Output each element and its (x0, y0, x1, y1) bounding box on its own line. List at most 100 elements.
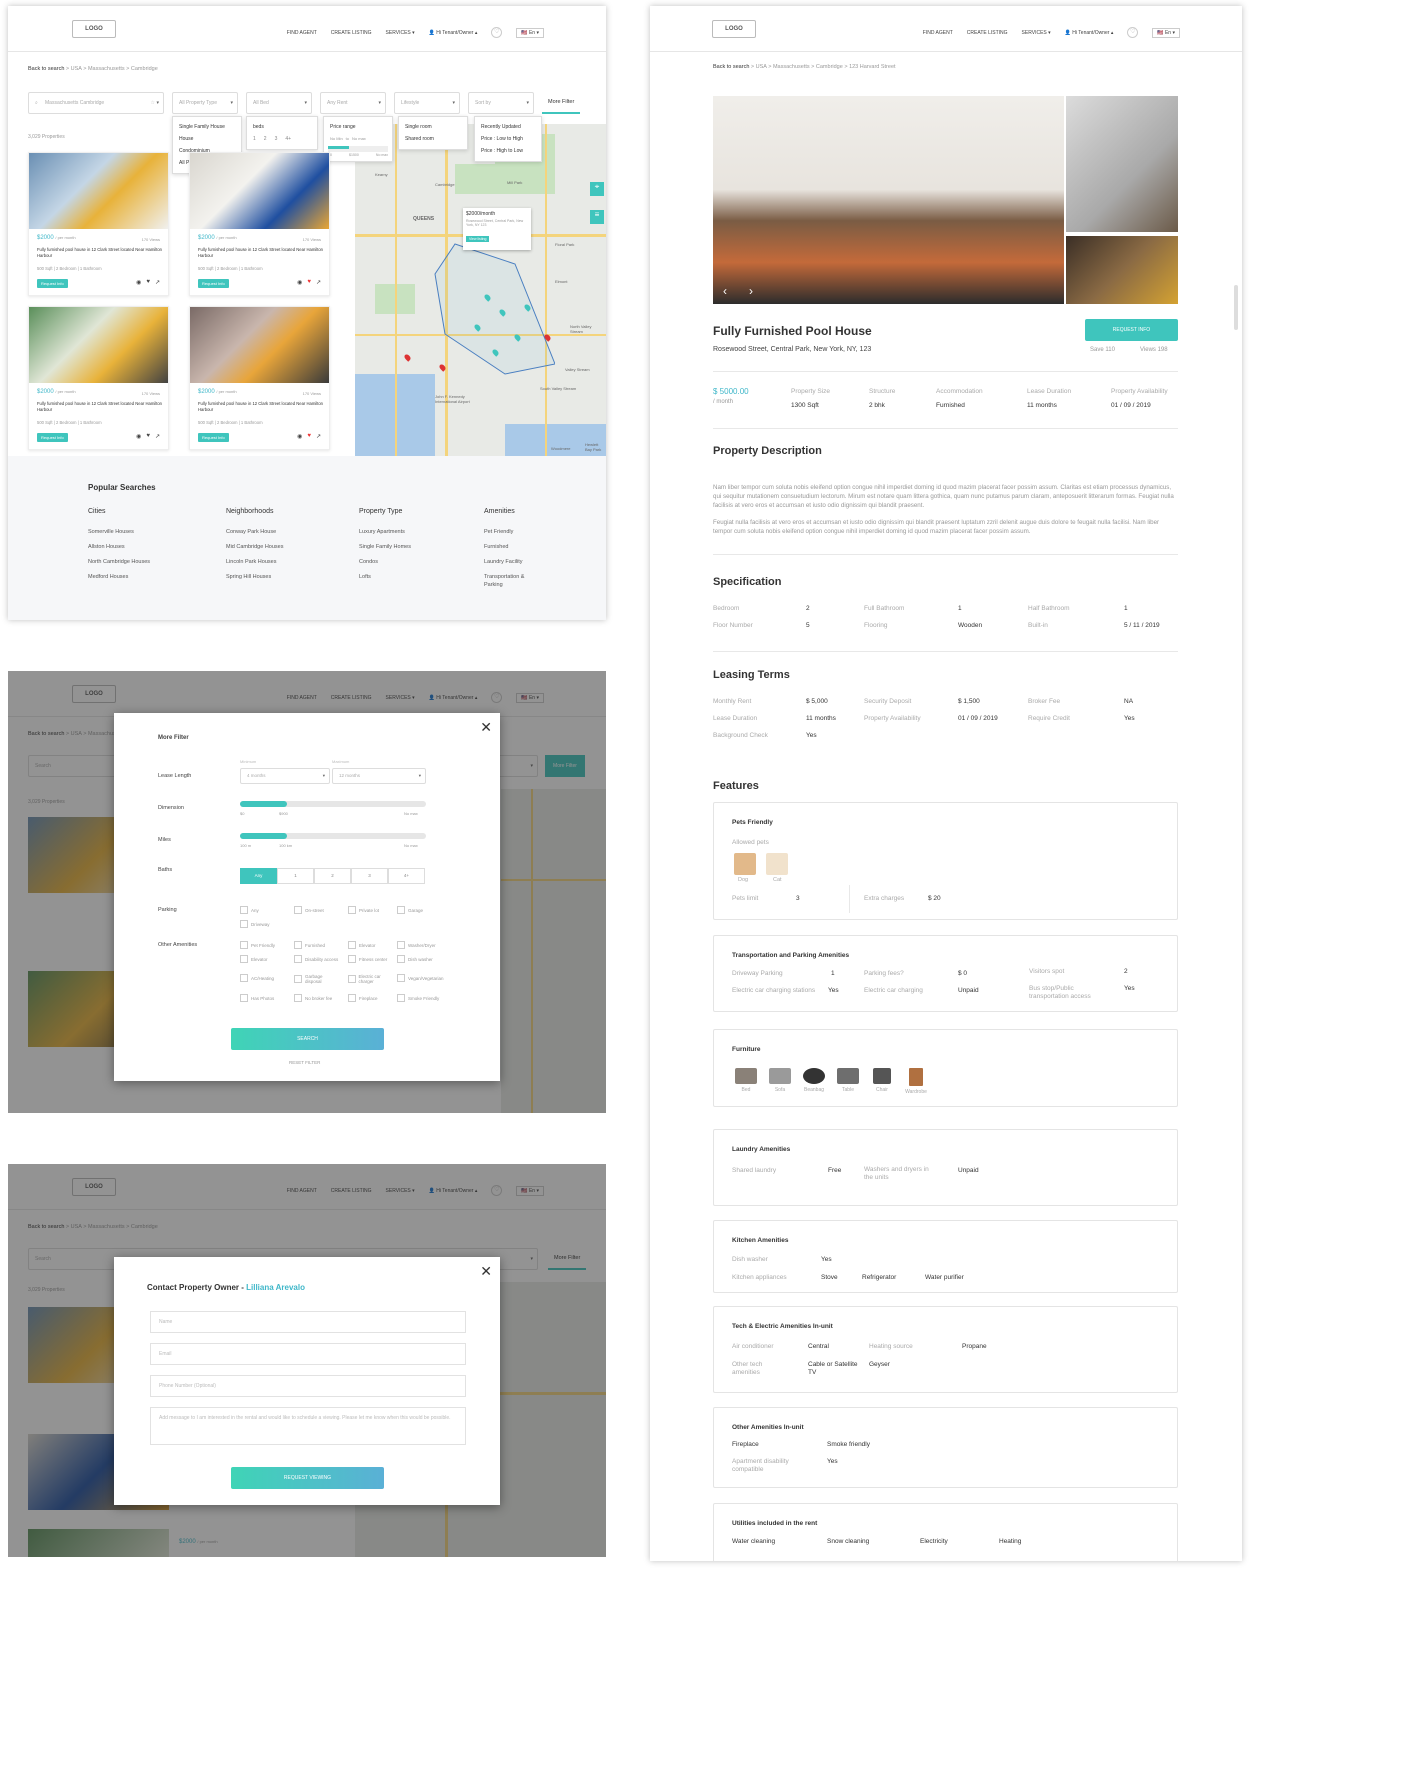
listing-card[interactable]: $2000 / per month 170 Views Fully furnis… (189, 152, 330, 296)
scrollbar[interactable] (1234, 285, 1238, 330)
amenity-checkbox[interactable]: AC/Heating (240, 974, 274, 982)
location-pin-icon[interactable]: ⌖ (590, 182, 604, 196)
popular-link[interactable]: Laundry Facility (484, 555, 534, 570)
bed-option[interactable]: 2 (264, 136, 267, 142)
request-info-button[interactable]: Request Info (198, 279, 229, 288)
map[interactable]: QUEENS Cambridge Kearny Mill Park North … (355, 124, 606, 456)
heart-icon[interactable]: ♥ (307, 279, 311, 286)
bath-option[interactable]: 2 (314, 868, 351, 884)
logo[interactable]: LOGO (712, 20, 756, 38)
request-info-button[interactable]: Request Info (37, 279, 68, 288)
listing-card[interactable]: $2000 / per month 170 Views Fully furnis… (28, 306, 169, 450)
gallery-main-image[interactable]: ‹ › (713, 96, 1064, 304)
heart-icon[interactable]: ♥ (146, 433, 150, 440)
back-to-search-link[interactable]: Back to search (713, 64, 749, 70)
share-icon[interactable]: ↗ (155, 279, 160, 286)
language-select[interactable]: 🇺🇸 En ▾ (1152, 27, 1180, 38)
save-count[interactable]: Save 110 (1090, 347, 1115, 353)
bed-option[interactable]: 1 (253, 136, 256, 142)
lifestyle-select[interactable]: Lifestyle (394, 92, 460, 114)
popular-link[interactable]: Somerville Houses (88, 525, 150, 540)
parking-checkbox[interactable]: On-street (294, 906, 324, 914)
bath-option[interactable]: 3 (351, 868, 388, 884)
parking-checkbox[interactable]: Private lot (348, 906, 379, 914)
phone-input[interactable]: Phone Number (Optional) (150, 1375, 466, 1397)
option[interactable]: Single Family House (177, 121, 237, 133)
listing-title[interactable]: Fully furnished pool house in 12 Clark S… (37, 247, 162, 258)
listing-image[interactable] (190, 307, 329, 383)
listing-title[interactable]: Fully furnished pool house in 12 Clark S… (37, 401, 162, 412)
option[interactable]: Recently Updated (479, 121, 537, 133)
price-slider[interactable] (328, 146, 388, 152)
nav-find-agent[interactable]: FIND AGENT (923, 30, 953, 36)
listing-card[interactable]: $2000 / per month 170 Views Fully furnis… (189, 306, 330, 450)
prev-arrow-icon[interactable]: ‹ (723, 284, 727, 298)
share-icon[interactable]: ↗ (155, 433, 160, 440)
back-to-search-link[interactable]: Back to search (28, 66, 64, 72)
popular-link[interactable]: Spring Hill Houses (226, 570, 283, 585)
popular-link[interactable]: Condos (359, 555, 411, 570)
request-info-button[interactable]: Request Info (37, 433, 68, 442)
nav-create-listing[interactable]: CREATE LISTING (967, 30, 1008, 36)
amenity-checkbox[interactable]: Pet Friendly (240, 941, 275, 949)
listing-image[interactable] (29, 153, 168, 229)
more-filter-button[interactable]: More Filter (542, 92, 581, 114)
lease-min-select[interactable]: 4 months (240, 768, 330, 784)
popular-link[interactable]: Lofts (359, 570, 411, 585)
popular-link[interactable]: Luxury Apartments (359, 525, 411, 540)
parking-checkbox[interactable]: Any (240, 906, 259, 914)
popular-link[interactable]: Transportation & Parking (484, 570, 534, 589)
bath-option[interactable]: 1 (277, 868, 314, 884)
bath-option[interactable]: 4+ (388, 868, 425, 884)
nav-user[interactable]: 👤 Hi Tenant/Owner ▴ (1065, 30, 1114, 36)
share-icon[interactable]: ↗ (316, 279, 321, 286)
request-viewing-button[interactable]: REQUEST VIEWING (231, 1467, 384, 1489)
close-icon[interactable]: ✕ (480, 719, 492, 736)
gallery-thumbnail[interactable] (1066, 236, 1178, 304)
reset-filter-link[interactable]: RESET FILTER (289, 1060, 320, 1065)
nav-user[interactable]: 👤 Hi Tenant/Owner ▴ (429, 30, 478, 36)
heart-icon[interactable]: ♥ (146, 279, 150, 286)
price-max-input[interactable]: No max (352, 136, 366, 141)
list-view-icon[interactable]: ≡ (590, 210, 604, 224)
hide-icon[interactable]: ◉ (136, 433, 141, 440)
message-input[interactable]: Add message to I am interested in the re… (150, 1407, 466, 1445)
miles-slider[interactable] (240, 833, 426, 839)
popular-link[interactable]: Mid Cambridge Houses (226, 540, 283, 555)
nav-find-agent[interactable]: FIND AGENT (287, 30, 317, 36)
next-arrow-icon[interactable]: › (749, 284, 753, 298)
location-input[interactable]: Massachusetts Cambridge ⌕ ☆ (28, 92, 164, 114)
amenity-checkbox[interactable]: Dish washer (397, 955, 433, 963)
amenity-checkbox[interactable]: Has Photos (240, 994, 274, 1002)
amenity-checkbox[interactable]: Fitness center (348, 955, 394, 963)
popular-link[interactable]: Pet Friendly (484, 525, 534, 540)
request-info-button[interactable]: REQUEST INFO (1085, 319, 1178, 341)
parking-checkbox[interactable]: Driveway (240, 920, 270, 928)
amenity-checkbox[interactable]: Garbage disposal (294, 974, 340, 984)
property-type-select[interactable]: All Property Type (172, 92, 238, 114)
amenity-checkbox[interactable]: Washer/Dryer (397, 941, 436, 949)
listing-title[interactable]: Fully furnished pool house in 12 Clark S… (198, 247, 323, 258)
language-select[interactable]: 🇺🇸 En ▾ (516, 27, 544, 38)
hide-icon[interactable]: ◉ (297, 433, 302, 440)
name-input[interactable]: Name (150, 1311, 466, 1333)
popular-link[interactable]: Allston Houses (88, 540, 150, 555)
heart-icon[interactable]: ♥ (307, 433, 311, 440)
rent-select[interactable]: Any Rent (320, 92, 386, 114)
amenity-checkbox[interactable]: Elevator (348, 941, 376, 949)
listing-image[interactable] (190, 153, 329, 229)
star-icon[interactable]: ☆ (151, 93, 155, 113)
favorites-icon[interactable]: ♡ (1127, 27, 1139, 38)
lease-max-select[interactable]: 12 months (332, 768, 426, 784)
amenity-checkbox[interactable]: Furnished (294, 941, 325, 949)
amenity-checkbox[interactable]: Smoke Friendly (397, 994, 439, 1002)
sort-select[interactable]: Sort by (468, 92, 534, 114)
option[interactable]: Price : Low to High (479, 133, 537, 145)
request-info-button[interactable]: Request Info (198, 433, 229, 442)
nav-services[interactable]: SERVICES ▾ (386, 30, 415, 36)
popular-link[interactable]: Lincoln Park Houses (226, 555, 283, 570)
popular-link[interactable]: Single Family Homes (359, 540, 411, 555)
listing-image[interactable] (29, 307, 168, 383)
bath-option[interactable]: Any (240, 868, 277, 884)
amenity-checkbox[interactable]: No broker fee (294, 994, 332, 1002)
